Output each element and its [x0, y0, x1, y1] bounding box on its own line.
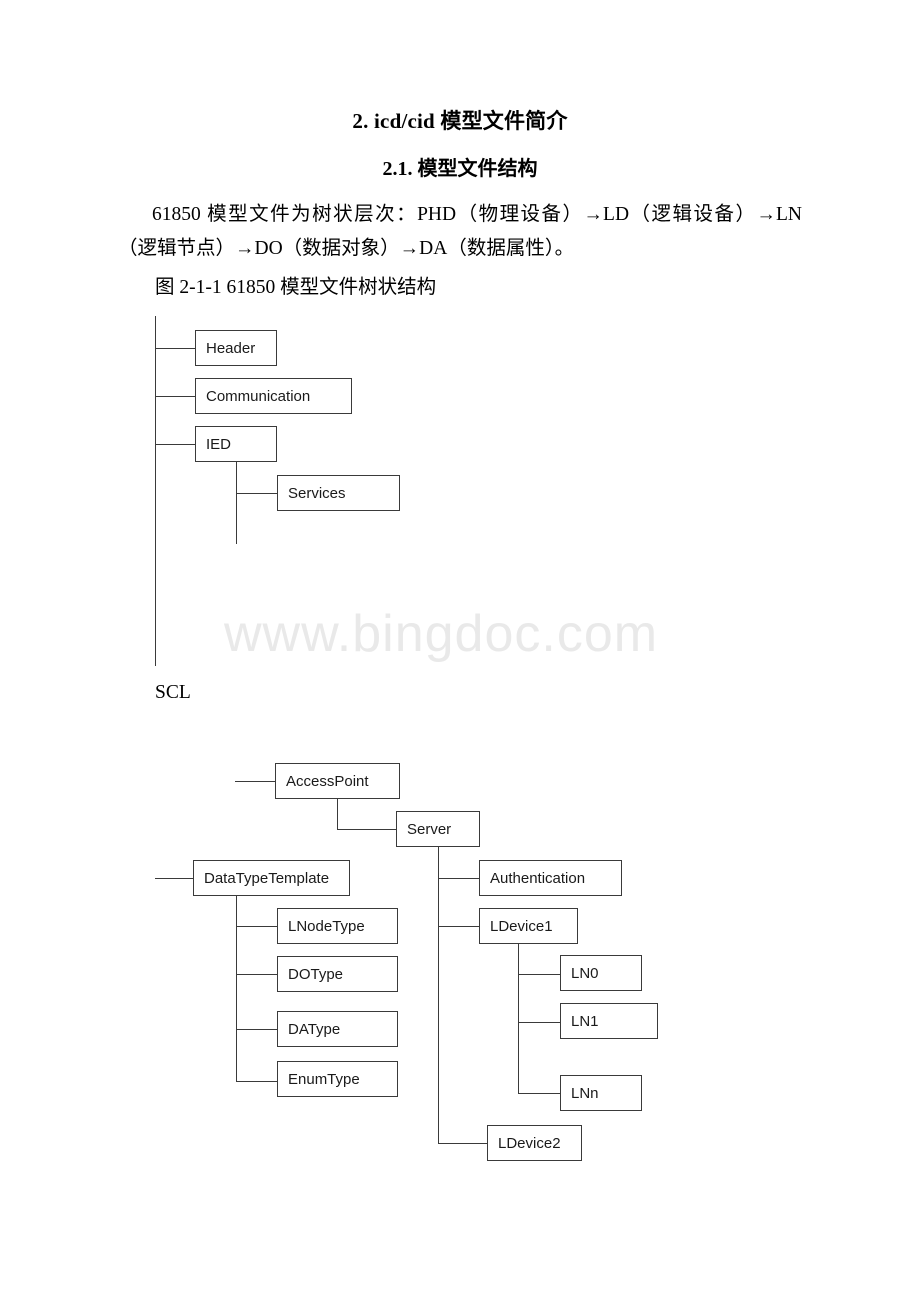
connector-accesspoint-server-horizontal [337, 829, 396, 830]
node-ln0[interactable]: LN0 [560, 955, 642, 991]
node-authentication[interactable]: Authentication [479, 860, 622, 896]
connector-services [236, 493, 277, 494]
connector-dotype [236, 974, 277, 975]
node-ldevice1[interactable]: LDevice1 [479, 908, 578, 944]
node-label: Server [407, 820, 452, 838]
node-label: Communication [206, 387, 311, 405]
node-label: LN1 [571, 1012, 599, 1030]
connector-ln0 [518, 974, 560, 975]
node-label: LN0 [571, 964, 599, 982]
body-paragraph: 61850 模型文件为树状层次：PHD（物理设备）→LD（逻辑设备）→LN（逻辑… [118, 204, 802, 259]
connector-ldevice1 [438, 926, 479, 927]
node-label: DAType [288, 1020, 341, 1038]
connector-ln1 [518, 1022, 560, 1023]
node-datatypetemplate[interactable]: DataTypeTemplate [193, 860, 350, 896]
node-label: Header [206, 339, 256, 357]
node-server[interactable]: Server [396, 811, 480, 847]
node-label: IED [206, 435, 232, 453]
node-ied[interactable]: IED [195, 426, 277, 462]
node-label: EnumType [288, 1070, 360, 1088]
figure-caption: 图 2-1-1 61850 模型文件树状结构 [155, 277, 437, 298]
node-communication[interactable]: Communication [195, 378, 352, 414]
connector-communication [155, 396, 195, 397]
node-lnodetype[interactable]: LNodeType [277, 908, 398, 944]
node-label: LNodeType [288, 917, 365, 935]
node-header[interactable]: Header [195, 330, 277, 366]
node-datype[interactable]: DAType [277, 1011, 398, 1047]
connector-authentication [438, 878, 479, 879]
node-dotype[interactable]: DOType [277, 956, 398, 992]
trunk-line-datatypetemplate [236, 896, 237, 1082]
connector-header [155, 348, 195, 349]
node-label: LNn [571, 1084, 599, 1102]
connector-datype [236, 1029, 277, 1030]
node-label: Services [288, 484, 346, 502]
section-heading: 2.1. 模型文件结构 [382, 158, 538, 180]
trunk-line-ldevice1 [518, 944, 519, 1094]
trunk-line-scl [155, 316, 156, 666]
connector-accesspoint-stub [235, 781, 275, 782]
node-label: DOType [288, 965, 344, 983]
node-ldevice2[interactable]: LDevice2 [487, 1125, 582, 1161]
node-label: DataTypeTemplate [204, 869, 330, 887]
connector-ldevice2 [438, 1143, 487, 1144]
connector-lnn [518, 1093, 560, 1094]
node-ln1[interactable]: LN1 [560, 1003, 658, 1039]
node-accesspoint[interactable]: AccessPoint [275, 763, 400, 799]
node-label: LDevice1 [490, 917, 553, 935]
node-enumtype[interactable]: EnumType [277, 1061, 398, 1097]
node-label: Authentication [490, 869, 586, 887]
node-lnn[interactable]: LNn [560, 1075, 642, 1111]
node-label: LDevice2 [498, 1134, 561, 1152]
page-title: 2. icd/cid 模型文件简介 [352, 109, 568, 133]
trunk-line-server [438, 847, 439, 1143]
connector-lnodetype [236, 926, 277, 927]
connector-datatypetemplate-stub [155, 878, 193, 879]
scl-label: SCL [155, 682, 191, 703]
document-page: 2. icd/cid 模型文件简介 2.1. 模型文件结构 61850 模型文件… [0, 0, 920, 1302]
connector-enumtype [236, 1081, 277, 1082]
trunk-line-ied [236, 462, 237, 544]
node-services[interactable]: Services [277, 475, 400, 511]
connector-accesspoint-server-vertical [337, 799, 338, 830]
connector-ied [155, 444, 195, 445]
watermark-text: www.bingdoc.com [224, 605, 659, 663]
node-label: AccessPoint [286, 772, 369, 790]
